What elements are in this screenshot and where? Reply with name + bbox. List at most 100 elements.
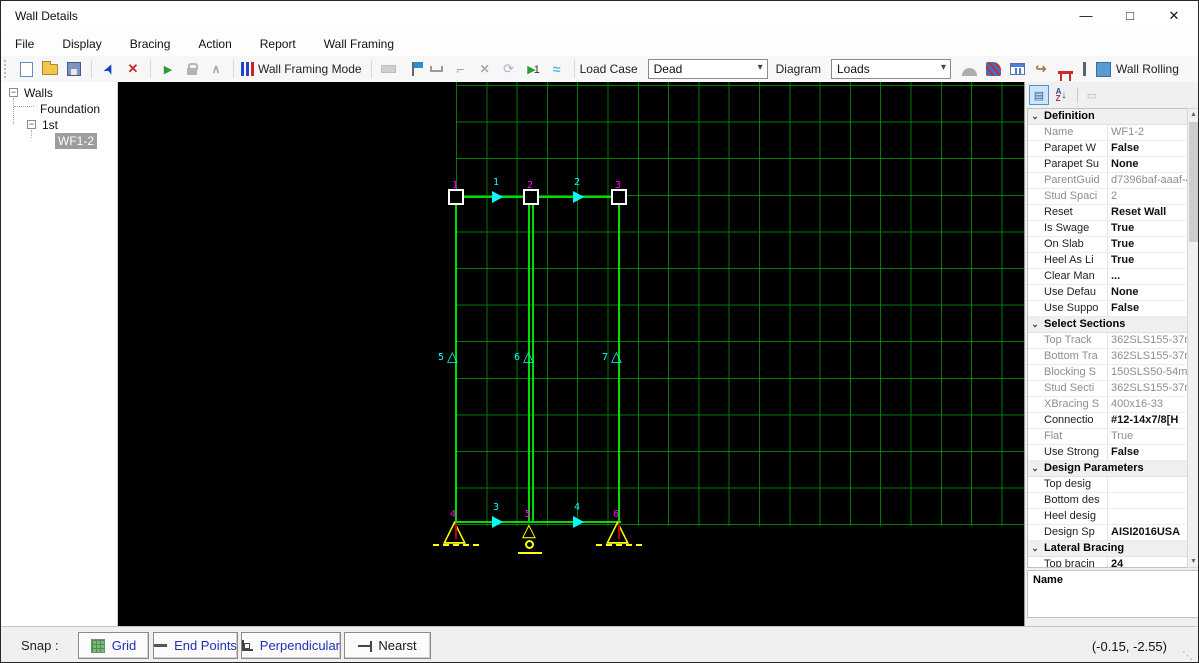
category-chevron-icon[interactable]: ⌄ xyxy=(1028,461,1042,476)
wall-rolling-icon[interactable] xyxy=(1096,61,1111,77)
property-grid[interactable]: ⌄ Definition Name WF1-2 Parapet W False Parape… xyxy=(1027,108,1188,568)
property-row-is-swage[interactable]: Is Swage True xyxy=(1028,221,1187,237)
member-arrow-icon[interactable] xyxy=(492,191,503,203)
property-value[interactable]: True xyxy=(1108,429,1187,444)
property-row-parapet-w[interactable]: Parapet W False xyxy=(1028,141,1187,157)
scroll-down-icon[interactable]: ▼ xyxy=(1188,558,1198,565)
property-row-use-suppo[interactable]: Use Suppo False xyxy=(1028,301,1187,317)
property-value[interactable]: 362SLS155-37m xyxy=(1108,333,1187,348)
property-pages-button[interactable]: ▭ xyxy=(1082,85,1102,105)
tree-collapse-icon[interactable]: − xyxy=(9,88,18,97)
select-button[interactable]: ➤ xyxy=(98,58,120,80)
menu-wall-framing[interactable]: Wall Framing xyxy=(324,33,408,55)
property-category-definition[interactable]: ⌄ Definition xyxy=(1028,109,1187,125)
menu-file[interactable]: File xyxy=(15,33,48,55)
property-row-top-bracin[interactable]: Top bracin 24 xyxy=(1028,557,1187,567)
run-button[interactable]: ▶ xyxy=(157,58,179,80)
property-row-clear-man[interactable]: Clear Man... xyxy=(1028,269,1187,285)
scroll-up-icon[interactable]: ▲ xyxy=(1188,111,1198,118)
flag-tool-button[interactable] xyxy=(402,58,424,80)
property-value[interactable]: d7396baf-aaaf-4 xyxy=(1108,173,1187,188)
property-value[interactable]: #12-14x7/8[H xyxy=(1108,413,1187,428)
property-row-design-sp[interactable]: Design Sp AISI2016USA xyxy=(1028,525,1187,541)
tree-collapse-icon[interactable]: − xyxy=(27,120,36,129)
property-value[interactable]: WF1-2 xyxy=(1108,125,1187,140)
property-value[interactable]: ... xyxy=(1108,269,1187,284)
delete-disabled-button[interactable]: ✕ xyxy=(474,58,496,80)
minimize-button[interactable]: — xyxy=(1064,1,1108,31)
snap-nearest-button[interactable]: Nearst xyxy=(344,632,431,659)
delete-button[interactable]: ✕ xyxy=(122,58,144,80)
property-category-lateral-bracing[interactable]: ⌄ Lateral Bracing xyxy=(1028,541,1187,557)
table-tool-button[interactable] xyxy=(1006,58,1028,80)
categorized-view-button[interactable]: ▤ xyxy=(1029,85,1049,105)
open-button[interactable] xyxy=(39,58,61,80)
snap-grid-button[interactable]: Grid xyxy=(78,632,149,659)
scrollbar-thumb[interactable] xyxy=(1189,122,1198,242)
property-row-reset[interactable]: Reset Reset Wall xyxy=(1028,205,1187,221)
property-row-stud-secti[interactable]: Stud Secti 362SLS155-37m xyxy=(1028,381,1187,397)
new-document-button[interactable] xyxy=(15,58,37,80)
property-value[interactable]: True xyxy=(1108,253,1187,268)
property-row-flat[interactable]: Flat True xyxy=(1028,429,1187,445)
goto-button[interactable]: ▶1 xyxy=(522,58,544,80)
property-row-heel-as-li[interactable]: Heel As Li True xyxy=(1028,253,1187,269)
menu-action[interactable]: Action xyxy=(198,33,245,55)
property-value[interactable] xyxy=(1108,509,1187,524)
wind-button[interactable]: ≈ xyxy=(546,58,568,80)
property-row-use-strong[interactable]: Use Strong False xyxy=(1028,445,1187,461)
node-marker-2[interactable] xyxy=(523,189,539,205)
property-row-connectio[interactable]: Connectio #12-14x7/8[H xyxy=(1028,413,1187,429)
property-row-top-desig[interactable]: Top desig xyxy=(1028,477,1187,493)
property-row-top-track[interactable]: Top Track 362SLS155-37m xyxy=(1028,333,1187,349)
drawing-canvas[interactable]: 1 2 3 1 2 △ △ △ 5 6 7 3 4 △ △ △ 4 5 6 xyxy=(118,82,1024,626)
property-row-name[interactable]: Name WF1-2 xyxy=(1028,125,1187,141)
property-row-xbracing-s[interactable]: XBracing S 400x16-33 xyxy=(1028,397,1187,413)
property-value[interactable]: 24 xyxy=(1108,557,1187,567)
wall-framing-mode-label[interactable]: Wall Framing Mode xyxy=(258,62,362,76)
menu-display[interactable]: Display xyxy=(62,33,115,55)
snap-perpendicular-button[interactable]: Perpendicular xyxy=(241,632,341,659)
node-marker-3[interactable] xyxy=(611,189,627,205)
property-value[interactable]: AISI2016USA xyxy=(1108,525,1187,540)
property-value[interactable]: 362SLS155-37m xyxy=(1108,381,1187,396)
property-row-bottom-des[interactable]: Bottom des xyxy=(1028,493,1187,509)
lock-button[interactable] xyxy=(181,58,203,80)
save-button[interactable] xyxy=(63,58,85,80)
bridge-tool-button[interactable] xyxy=(1054,58,1076,81)
roller-support-icon[interactable]: △ xyxy=(522,521,536,539)
property-value[interactable]: Reset Wall xyxy=(1108,205,1187,220)
property-row-blocking-s[interactable]: Blocking S 150SLS50-54mi xyxy=(1028,365,1187,381)
stud-bracing-icon[interactable]: △ xyxy=(447,349,458,363)
property-value[interactable]: False xyxy=(1108,301,1187,316)
close-button[interactable]: ✕ xyxy=(1152,1,1196,31)
property-category-design-parameters[interactable]: ⌄ Design Parameters xyxy=(1028,461,1187,477)
snap-endpoints-button[interactable]: End Points xyxy=(153,632,238,659)
curve-tool-button[interactable]: ⌐ xyxy=(450,58,472,80)
property-value[interactable]: True xyxy=(1108,221,1187,236)
property-value[interactable]: 2 xyxy=(1108,189,1187,204)
load-case-select[interactable]: Dead ▾ xyxy=(647,59,768,79)
property-value[interactable]: 150SLS50-54mi xyxy=(1108,365,1187,380)
diagram-select[interactable]: Loads ▾ xyxy=(831,59,951,79)
property-row-stud-spaci[interactable]: Stud Spaci 2 xyxy=(1028,189,1187,205)
property-grid-scrollbar[interactable]: ▲ ▼ xyxy=(1187,108,1198,568)
disabled-tool-button[interactable] xyxy=(378,58,400,80)
property-value[interactable] xyxy=(1108,493,1187,508)
maximize-button[interactable]: □ xyxy=(1108,1,1152,31)
property-row-heel-desig[interactable]: Heel desig xyxy=(1028,509,1187,525)
refresh-button[interactable]: ⟳ xyxy=(498,58,520,80)
category-chevron-icon[interactable]: ⌄ xyxy=(1028,317,1042,332)
member-arrow-icon[interactable] xyxy=(573,516,584,528)
mound-tool-button[interactable] xyxy=(958,58,980,80)
resize-grip[interactable]: ⋱ xyxy=(1182,649,1194,662)
stud-bracing-icon[interactable]: △ xyxy=(611,349,622,363)
property-value[interactable]: 362SLS155-37m xyxy=(1108,349,1187,364)
property-category-select-sections[interactable]: ⌄ Select Sections xyxy=(1028,317,1187,333)
category-chevron-icon[interactable]: ⌄ xyxy=(1028,541,1042,556)
loop-tool-button[interactable]: ↪ xyxy=(1030,58,1052,80)
property-value[interactable]: None xyxy=(1108,157,1187,172)
bench-tool-button[interactable] xyxy=(426,58,448,80)
member-arrow-icon[interactable] xyxy=(492,516,503,528)
property-row-parapet-su[interactable]: Parapet Su None xyxy=(1028,157,1187,173)
